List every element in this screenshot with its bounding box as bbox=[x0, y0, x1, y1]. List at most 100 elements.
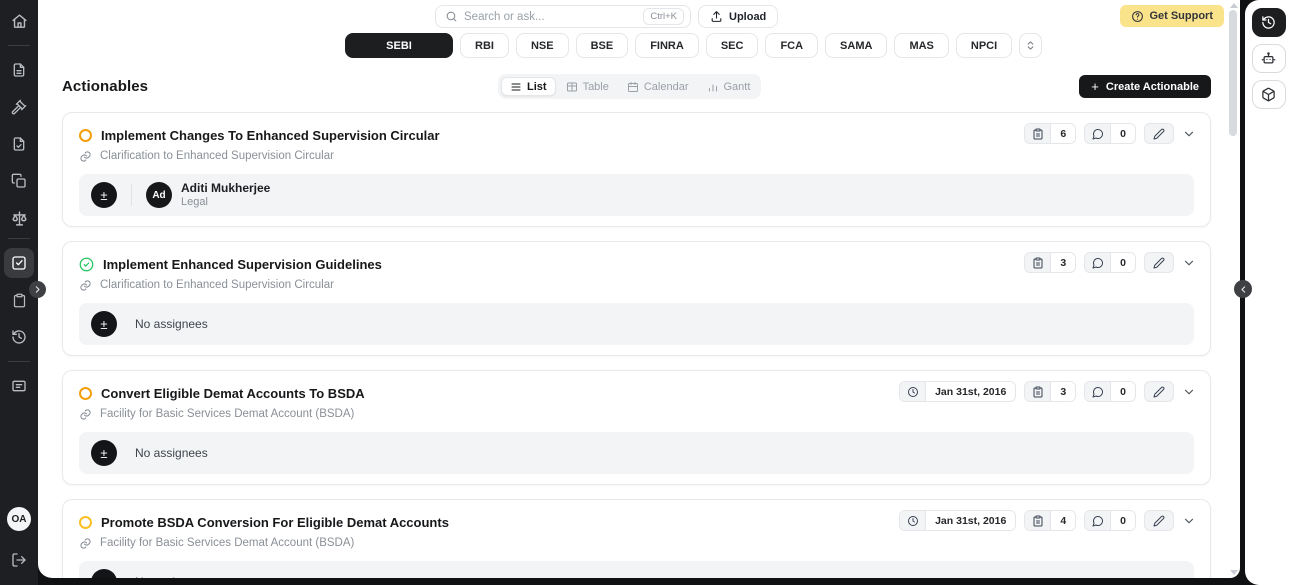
tab-sebi[interactable]: SEBI bbox=[345, 33, 453, 58]
nav-documents[interactable] bbox=[4, 55, 34, 85]
source-link[interactable]: Clarification to Enhanced Supervision Ci… bbox=[100, 150, 334, 162]
package-icon bbox=[1261, 87, 1276, 102]
nav-enforcement[interactable] bbox=[4, 92, 34, 122]
scales-icon bbox=[11, 210, 28, 227]
due-date: Jan 31st, 2016 bbox=[926, 382, 1016, 401]
source-link[interactable]: Clarification to Enhanced Supervision Ci… bbox=[100, 279, 334, 291]
search-input[interactable] bbox=[464, 10, 644, 23]
tasks-count: 3 bbox=[1051, 253, 1076, 272]
comments-count-pill[interactable]: 0 bbox=[1084, 510, 1136, 531]
tabs-sort-button[interactable] bbox=[1019, 33, 1043, 58]
logout-icon bbox=[11, 552, 27, 568]
tab-rbi[interactable]: RBI bbox=[460, 33, 509, 58]
assignee-strip: ± No assignees bbox=[79, 432, 1194, 474]
tab-sama[interactable]: SAMA bbox=[825, 33, 888, 58]
upload-button[interactable]: Upload bbox=[698, 5, 779, 28]
tab-npci[interactable]: NPCI bbox=[955, 33, 1013, 58]
tasks-count: 4 bbox=[1051, 511, 1076, 530]
edit-button[interactable] bbox=[1144, 381, 1174, 402]
comments-count: 0 bbox=[1111, 511, 1135, 530]
edit-button[interactable] bbox=[1144, 510, 1174, 531]
comment-icon bbox=[1085, 382, 1112, 401]
due-date-pill[interactable]: Jan 31st, 2016 bbox=[899, 510, 1017, 531]
edit-button[interactable] bbox=[1144, 123, 1174, 144]
expand-card-button[interactable] bbox=[1182, 127, 1196, 141]
tab-mas[interactable]: MAS bbox=[894, 33, 949, 58]
tab-bse[interactable]: BSE bbox=[575, 33, 629, 58]
tasks-count-pill[interactable]: 3 bbox=[1024, 381, 1077, 402]
tab-sec[interactable]: SEC bbox=[705, 33, 759, 58]
tasks-count-pill[interactable]: 4 bbox=[1024, 510, 1077, 531]
upload-label: Upload bbox=[729, 10, 767, 23]
nav-reports[interactable] bbox=[4, 371, 34, 401]
view-calendar[interactable]: Calendar bbox=[619, 77, 697, 96]
view-table[interactable]: Table bbox=[558, 77, 617, 96]
clipboard-icon bbox=[12, 293, 27, 308]
assignee-avatar[interactable]: Ad bbox=[146, 182, 172, 208]
chevrons-up-down-icon bbox=[1025, 40, 1036, 51]
tasks-count: 3 bbox=[1051, 382, 1076, 401]
rail-history-button[interactable] bbox=[1251, 8, 1286, 37]
nav-library[interactable] bbox=[4, 166, 34, 196]
comments-count: 0 bbox=[1111, 253, 1135, 272]
due-date-pill[interactable]: Jan 31st, 2016 bbox=[899, 381, 1017, 402]
add-assignee-button[interactable]: ± bbox=[91, 440, 117, 466]
link-icon bbox=[79, 150, 92, 163]
source-link[interactable]: Facility for Basic Services Demat Accoun… bbox=[100, 408, 354, 420]
chevron-down-icon bbox=[1182, 514, 1196, 528]
nav-filings[interactable] bbox=[4, 129, 34, 159]
link-icon bbox=[79, 279, 92, 292]
comments-count-pill[interactable]: 0 bbox=[1084, 123, 1136, 144]
actionable-card: Implement Enhanced Supervision Guideline… bbox=[62, 241, 1211, 356]
get-support-button[interactable]: Get Support bbox=[1120, 5, 1224, 27]
rail-assistant-button[interactable] bbox=[1251, 44, 1286, 73]
create-actionable-label: Create Actionable bbox=[1105, 80, 1199, 93]
status-open-icon[interactable] bbox=[79, 128, 92, 142]
tab-nse[interactable]: NSE bbox=[515, 33, 569, 58]
comments-count-pill[interactable]: 0 bbox=[1084, 252, 1136, 273]
main-panel: Ctrl+K Upload Get Support SEBI RBI NSE B… bbox=[38, 0, 1240, 578]
rail-integrations-button[interactable] bbox=[1251, 80, 1286, 109]
upload-icon bbox=[710, 10, 723, 23]
nav-actionables[interactable] bbox=[4, 248, 34, 278]
logout-button[interactable] bbox=[4, 545, 34, 575]
source-link[interactable]: Facility for Basic Services Demat Accoun… bbox=[100, 537, 354, 549]
status-done-icon[interactable] bbox=[79, 257, 94, 272]
scrollbar-down-arrow[interactable] bbox=[1230, 570, 1238, 575]
home-icon bbox=[11, 13, 28, 30]
nav-home[interactable] bbox=[4, 6, 34, 36]
user-avatar[interactable]: OA bbox=[7, 507, 31, 531]
gavel-icon bbox=[11, 99, 27, 115]
status-open-icon[interactable] bbox=[79, 386, 92, 400]
actionable-title: Implement Enhanced Supervision Guideline… bbox=[103, 256, 382, 272]
search-bar[interactable]: Ctrl+K bbox=[435, 5, 691, 28]
view-list[interactable]: List bbox=[501, 77, 556, 96]
view-gantt[interactable]: Gantt bbox=[699, 77, 759, 96]
tab-fca[interactable]: FCA bbox=[765, 33, 819, 58]
chevron-right-icon bbox=[33, 285, 42, 294]
add-assignee-button[interactable]: ± bbox=[91, 569, 117, 578]
view-toggle-group: List Table Calendar Gantt bbox=[498, 74, 762, 99]
scrollbar-up-arrow[interactable] bbox=[1230, 3, 1238, 8]
tasks-count-pill[interactable]: 6 bbox=[1024, 123, 1077, 144]
status-pending-icon[interactable] bbox=[79, 515, 92, 529]
add-assignee-button[interactable]: ± bbox=[91, 311, 117, 337]
nav-history[interactable] bbox=[4, 322, 34, 352]
expand-card-button[interactable] bbox=[1182, 514, 1196, 528]
nav-compliance[interactable] bbox=[4, 203, 34, 233]
tasks-count-pill[interactable]: 3 bbox=[1024, 252, 1077, 273]
clipboard-icon bbox=[1025, 382, 1052, 401]
rail-collapse-handle[interactable] bbox=[1234, 280, 1252, 298]
add-assignee-button[interactable]: ± bbox=[91, 182, 117, 208]
tab-finra[interactable]: FINRA bbox=[635, 33, 699, 58]
comments-count-pill[interactable]: 0 bbox=[1084, 381, 1136, 402]
assignee-strip: ± Ad Aditi Mukherjee Legal bbox=[79, 174, 1194, 216]
create-actionable-button[interactable]: + Create Actionable bbox=[1079, 75, 1211, 98]
sidebar-expand-handle[interactable] bbox=[29, 281, 46, 298]
expand-card-button[interactable] bbox=[1182, 385, 1196, 399]
comments-count: 0 bbox=[1111, 382, 1135, 401]
scrollbar-thumb[interactable] bbox=[1229, 10, 1237, 136]
expand-card-button[interactable] bbox=[1182, 256, 1196, 270]
edit-button[interactable] bbox=[1144, 252, 1174, 273]
sidebar-divider bbox=[8, 238, 30, 239]
